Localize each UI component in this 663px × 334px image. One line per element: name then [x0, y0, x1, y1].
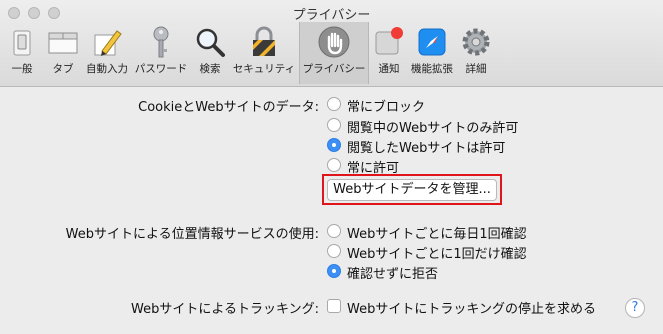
- tab-autofill[interactable]: 自動入力: [84, 22, 130, 84]
- location-radio-daily[interactable]: [327, 224, 341, 238]
- tab-passwords-label: パスワード: [134, 63, 188, 75]
- tab-general-label: 一般: [11, 63, 33, 75]
- tab-privacy[interactable]: プライバシー: [299, 22, 369, 84]
- tab-tabs[interactable]: タブ: [44, 22, 82, 84]
- tab-notifications-label: 通知: [378, 63, 400, 75]
- cookies-option-label: 閲覧中のWebサイトのみ許可: [347, 121, 519, 136]
- cookies-option-label: 常にブロック: [347, 100, 426, 115]
- preferences-toolbar: 一般 タブ 自動入力 パスワード 検索 セキュリティ プライバシー 通知 機能拡…: [0, 22, 663, 84]
- gear-icon: [462, 28, 490, 56]
- tab-extensions-label: 機能拡張: [411, 63, 453, 75]
- help-button[interactable]: ?: [625, 298, 645, 318]
- pencil-icon: [94, 30, 122, 56]
- tab-passwords[interactable]: パスワード: [132, 22, 190, 84]
- tab-advanced[interactable]: 詳細: [457, 22, 495, 84]
- magnifier-icon: [196, 28, 225, 57]
- tab-search-label: 検索: [199, 63, 221, 75]
- location-radio-once[interactable]: [327, 244, 341, 258]
- key-icon: [153, 26, 169, 58]
- location-radio-deny[interactable]: [327, 264, 341, 278]
- tracking-label: Webサイトによるトラッキング:: [131, 302, 319, 317]
- tracking-option-label: Webサイトにトラッキングの停止を求める: [347, 302, 596, 317]
- location-option-label: Webサイトごとに1回だけ確認: [347, 247, 527, 262]
- tab-search[interactable]: 検索: [192, 22, 228, 84]
- tab-tabs-label: タブ: [52, 63, 74, 75]
- window-title: プライバシー: [292, 8, 371, 23]
- tab-privacy-label: プライバシー: [302, 63, 366, 75]
- notification-icon: [375, 27, 403, 55]
- do-not-track-checkbox[interactable]: [327, 299, 341, 313]
- hand-icon: [318, 26, 350, 58]
- preferences-window: プライバシー 一般 タブ 自動入力 パスワード 検索 セキュリティ プライバシー…: [0, 0, 663, 334]
- titlebar: プライバシー 一般 タブ 自動入力 パスワード 検索 セキュリティ プライバシー…: [0, 0, 663, 87]
- cookies-label: CookieとWebサイトのデータ:: [138, 100, 319, 115]
- tab-notifications[interactable]: 通知: [371, 22, 407, 84]
- tab-advanced-label: 詳細: [465, 63, 487, 75]
- cookies-radio-current-site[interactable]: [327, 118, 341, 132]
- switch-icon: [13, 30, 31, 56]
- tab-general[interactable]: 一般: [4, 22, 40, 84]
- location-label: Webサイトによる位置情報サービスの使用:: [65, 227, 319, 242]
- location-option-label: Webサイトごとに毎日1回確認: [347, 227, 527, 242]
- tab-autofill-label: 自動入力: [86, 63, 128, 75]
- tab-extensions[interactable]: 機能拡張: [409, 22, 455, 84]
- cookies-option-label: 閲覧したWebサイトは許可: [347, 141, 506, 156]
- location-option-label: 確認せずに拒否: [347, 267, 439, 282]
- tab-security-label: セキュリティ: [232, 63, 296, 75]
- compass-icon: [418, 28, 446, 56]
- tabs-icon: [48, 32, 78, 54]
- manage-website-data-button[interactable]: Webサイトデータを管理...: [327, 179, 497, 201]
- cookies-radio-always-allow[interactable]: [327, 158, 341, 172]
- cookies-radio-block[interactable]: [327, 97, 341, 111]
- lock-icon: [253, 26, 275, 56]
- cookies-radio-visited-sites[interactable]: [327, 138, 341, 152]
- tab-security[interactable]: セキュリティ: [230, 22, 298, 84]
